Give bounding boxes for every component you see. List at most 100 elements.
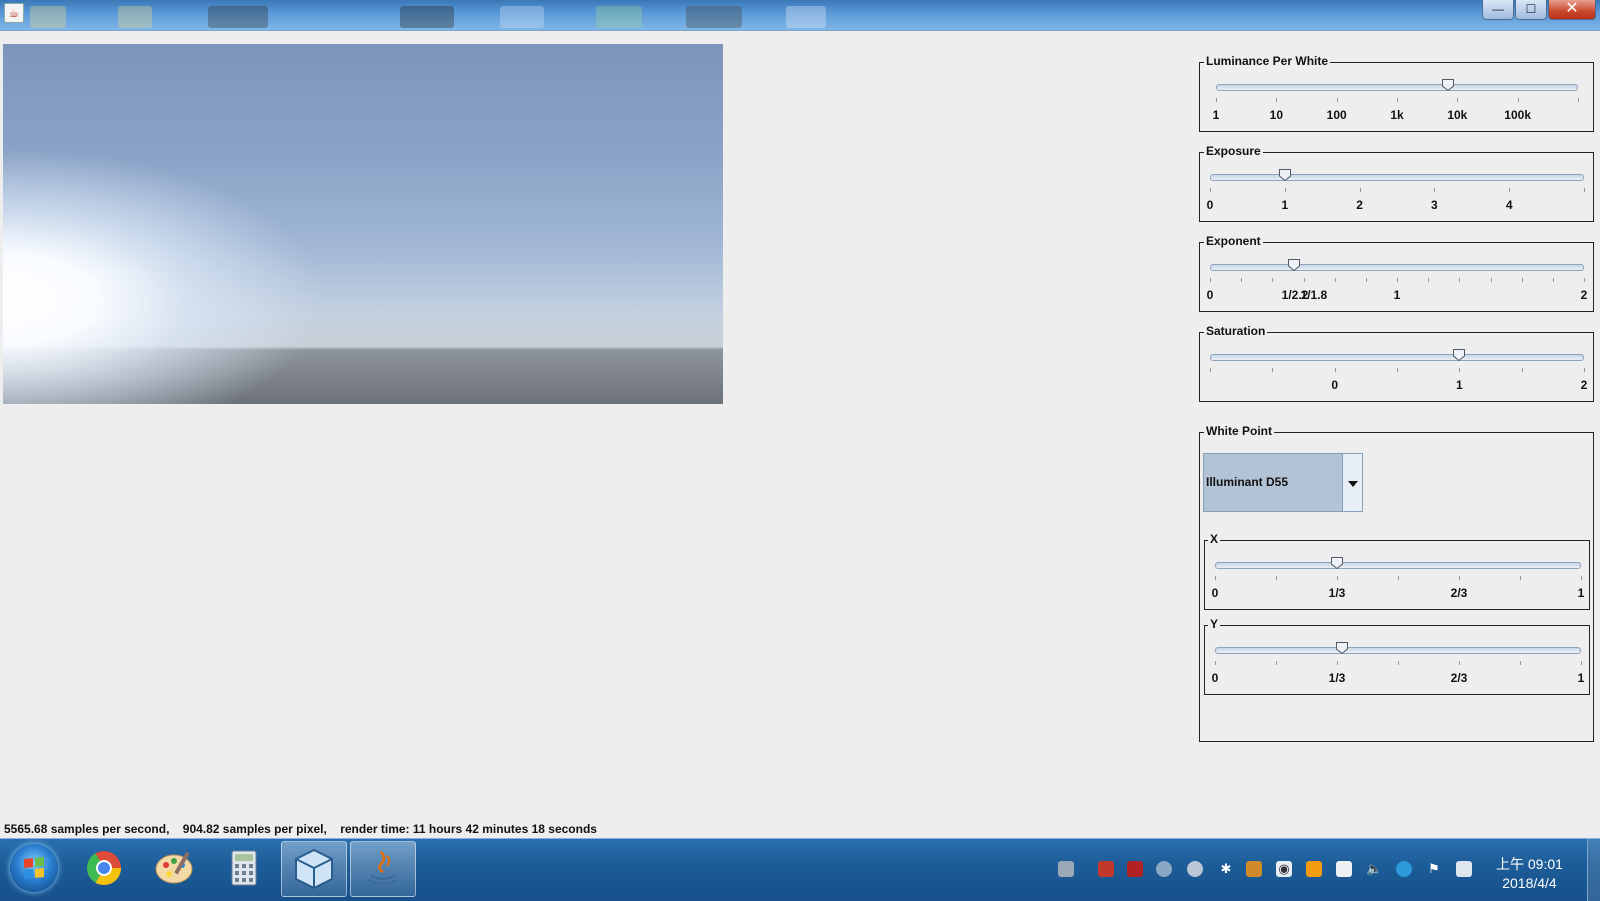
ghost-document-icon <box>786 6 826 28</box>
white-x-tick <box>1276 576 1277 580</box>
luminance-tick-label: 1k <box>1390 108 1404 122</box>
cloud-icon[interactable] <box>1187 861 1203 877</box>
exposure-slider[interactable]: 0 1 2 3 4 <box>1207 153 1585 212</box>
white-x-thumb[interactable] <box>1330 557 1343 570</box>
white-x-tick <box>1215 576 1216 580</box>
update-notifier-icon[interactable] <box>1306 861 1322 877</box>
luminance-tick <box>1457 98 1459 102</box>
exponent-tick <box>1272 278 1274 282</box>
minimize-button[interactable]: — <box>1482 0 1514 20</box>
exposure-tick-label: 2 <box>1356 198 1363 212</box>
chevron-down-icon[interactable] <box>1342 454 1362 511</box>
exponent-tick <box>1303 278 1305 282</box>
white-y-track[interactable] <box>1215 647 1581 654</box>
exponent-track[interactable] <box>1210 264 1584 271</box>
luminance-slider[interactable]: 1 10 100 1k 10k 100k <box>1213 63 1579 122</box>
exposure-tick-label: 1 <box>1281 198 1289 212</box>
ghost-film-icon <box>686 6 742 28</box>
network-app-icon[interactable] <box>1098 861 1114 877</box>
exponent-thumb[interactable] <box>1288 259 1301 272</box>
white-point-title: White Point <box>1204 424 1274 438</box>
white-x-slider[interactable]: 0 1/3 2/3 1 <box>1212 541 1584 600</box>
exposure-panel: Exposure 01234 <box>1199 144 1594 222</box>
exponent-tick <box>1584 278 1585 282</box>
chrome-taskbar-button[interactable] <box>72 841 136 895</box>
camera-icon[interactable]: ◉ <box>1276 861 1292 877</box>
white-y-tick <box>1276 661 1277 665</box>
luminance-tick <box>1517 98 1519 102</box>
render-preview-image <box>3 44 723 404</box>
java-taskbar-button[interactable] <box>350 841 416 897</box>
usb-device-icon[interactable] <box>1336 861 1352 877</box>
exposure-tick <box>1584 188 1585 192</box>
luminance-thumb[interactable] <box>1441 79 1454 92</box>
saturation-slider[interactable]: 0 1 2 <box>1210 333 1587 392</box>
maximize-button[interactable]: ☐ <box>1515 0 1547 20</box>
saturation-tick <box>1334 368 1336 372</box>
exposure-tick <box>1509 188 1511 192</box>
exponent-tick <box>1397 278 1398 282</box>
close-button[interactable]: ✕ <box>1548 0 1596 20</box>
exposure-tick <box>1434 188 1436 192</box>
white-y-tick-label: 0 <box>1211 671 1219 685</box>
saturation-panel: Saturation 012 <box>1199 324 1594 402</box>
paint-icon <box>155 851 193 884</box>
white-x-track[interactable] <box>1215 562 1581 569</box>
luminance-panel: Luminance Per White 1 10 100 1k 10k 100k <box>1199 54 1594 132</box>
system-clock[interactable]: 上午 09:01 2018/4/4 <box>1496 855 1563 893</box>
white-x-tick-label: 2/3 <box>1450 586 1468 600</box>
saturation-track[interactable] <box>1210 354 1584 361</box>
saturation-tick-label: 1 <box>1455 378 1463 392</box>
exponent-panel: Exponent 0 1/2.2 1/1.8 1 2 <box>1199 234 1594 312</box>
exposure-track[interactable] <box>1210 174 1584 181</box>
exposure-thumb[interactable] <box>1278 169 1291 182</box>
saturation-thumb[interactable] <box>1453 349 1466 362</box>
window-title-bar[interactable]: ☕ — ☐ ✕ <box>0 0 1600 31</box>
exposure-tick <box>1284 188 1286 192</box>
saturation-tick <box>1272 368 1274 372</box>
white-y-slider[interactable]: 0 1/3 2/3 1 <box>1212 626 1584 685</box>
java-coffee-icon[interactable]: ☕ <box>4 3 24 23</box>
exposure-tick-label: 0 <box>1206 198 1214 212</box>
saturation-tick-label: 2 <box>1580 378 1588 392</box>
luminance-tick <box>1276 98 1278 102</box>
white-x-tick <box>1337 576 1338 580</box>
cube-app-taskbar-button[interactable] <box>281 841 347 897</box>
white-y-thumb[interactable] <box>1336 642 1349 655</box>
white-y-tick <box>1520 661 1521 665</box>
white-y-tick <box>1581 661 1582 665</box>
start-orb[interactable] <box>10 844 58 892</box>
luminance-tick-label: 100k <box>1504 108 1532 122</box>
cube-app-icon <box>295 848 333 890</box>
exposure-tick <box>1359 188 1361 192</box>
volume-icon[interactable]: 🔈 <box>1366 861 1382 877</box>
keyboard-icon[interactable] <box>1058 861 1074 877</box>
storage-app-icon[interactable] <box>1246 861 1262 877</box>
luminance-tick <box>1578 98 1579 102</box>
security-shield-icon[interactable] <box>1127 861 1143 877</box>
luminance-track[interactable] <box>1216 84 1578 91</box>
luminance-tick-label: 10 <box>1269 108 1284 122</box>
ghost-image-icon <box>400 6 454 28</box>
white-y-tick <box>1215 661 1216 665</box>
saturation-tick <box>1459 368 1461 372</box>
flag-icon[interactable]: ⚑ <box>1426 861 1442 877</box>
calculator-taskbar-button[interactable] <box>212 841 276 895</box>
calculator-icon <box>231 850 257 886</box>
exponent-tick-label: 1 <box>1393 288 1401 302</box>
exponent-tick <box>1521 278 1523 282</box>
show-desktop-button[interactable] <box>1587 839 1600 901</box>
exponent-slider[interactable]: 0 1/2.2 1/1.8 1 2 <box>1207 243 1587 302</box>
exponent-tick-label: 0 <box>1206 288 1214 302</box>
media-player-icon[interactable] <box>1156 861 1172 877</box>
network-status-icon[interactable] <box>1456 861 1472 877</box>
wifi-icon[interactable] <box>1396 861 1412 877</box>
white-y-tick <box>1398 661 1399 665</box>
ghost-document-icon <box>500 6 544 28</box>
paint-taskbar-button[interactable] <box>142 841 206 895</box>
luminance-tick <box>1336 98 1338 102</box>
white-point-dropdown[interactable]: Illuminant D55 <box>1203 453 1363 512</box>
white-y-tick <box>1459 661 1460 665</box>
bluetooth-icon[interactable]: ✱ <box>1218 861 1234 877</box>
window-controls: — ☐ ✕ <box>1481 0 1596 20</box>
